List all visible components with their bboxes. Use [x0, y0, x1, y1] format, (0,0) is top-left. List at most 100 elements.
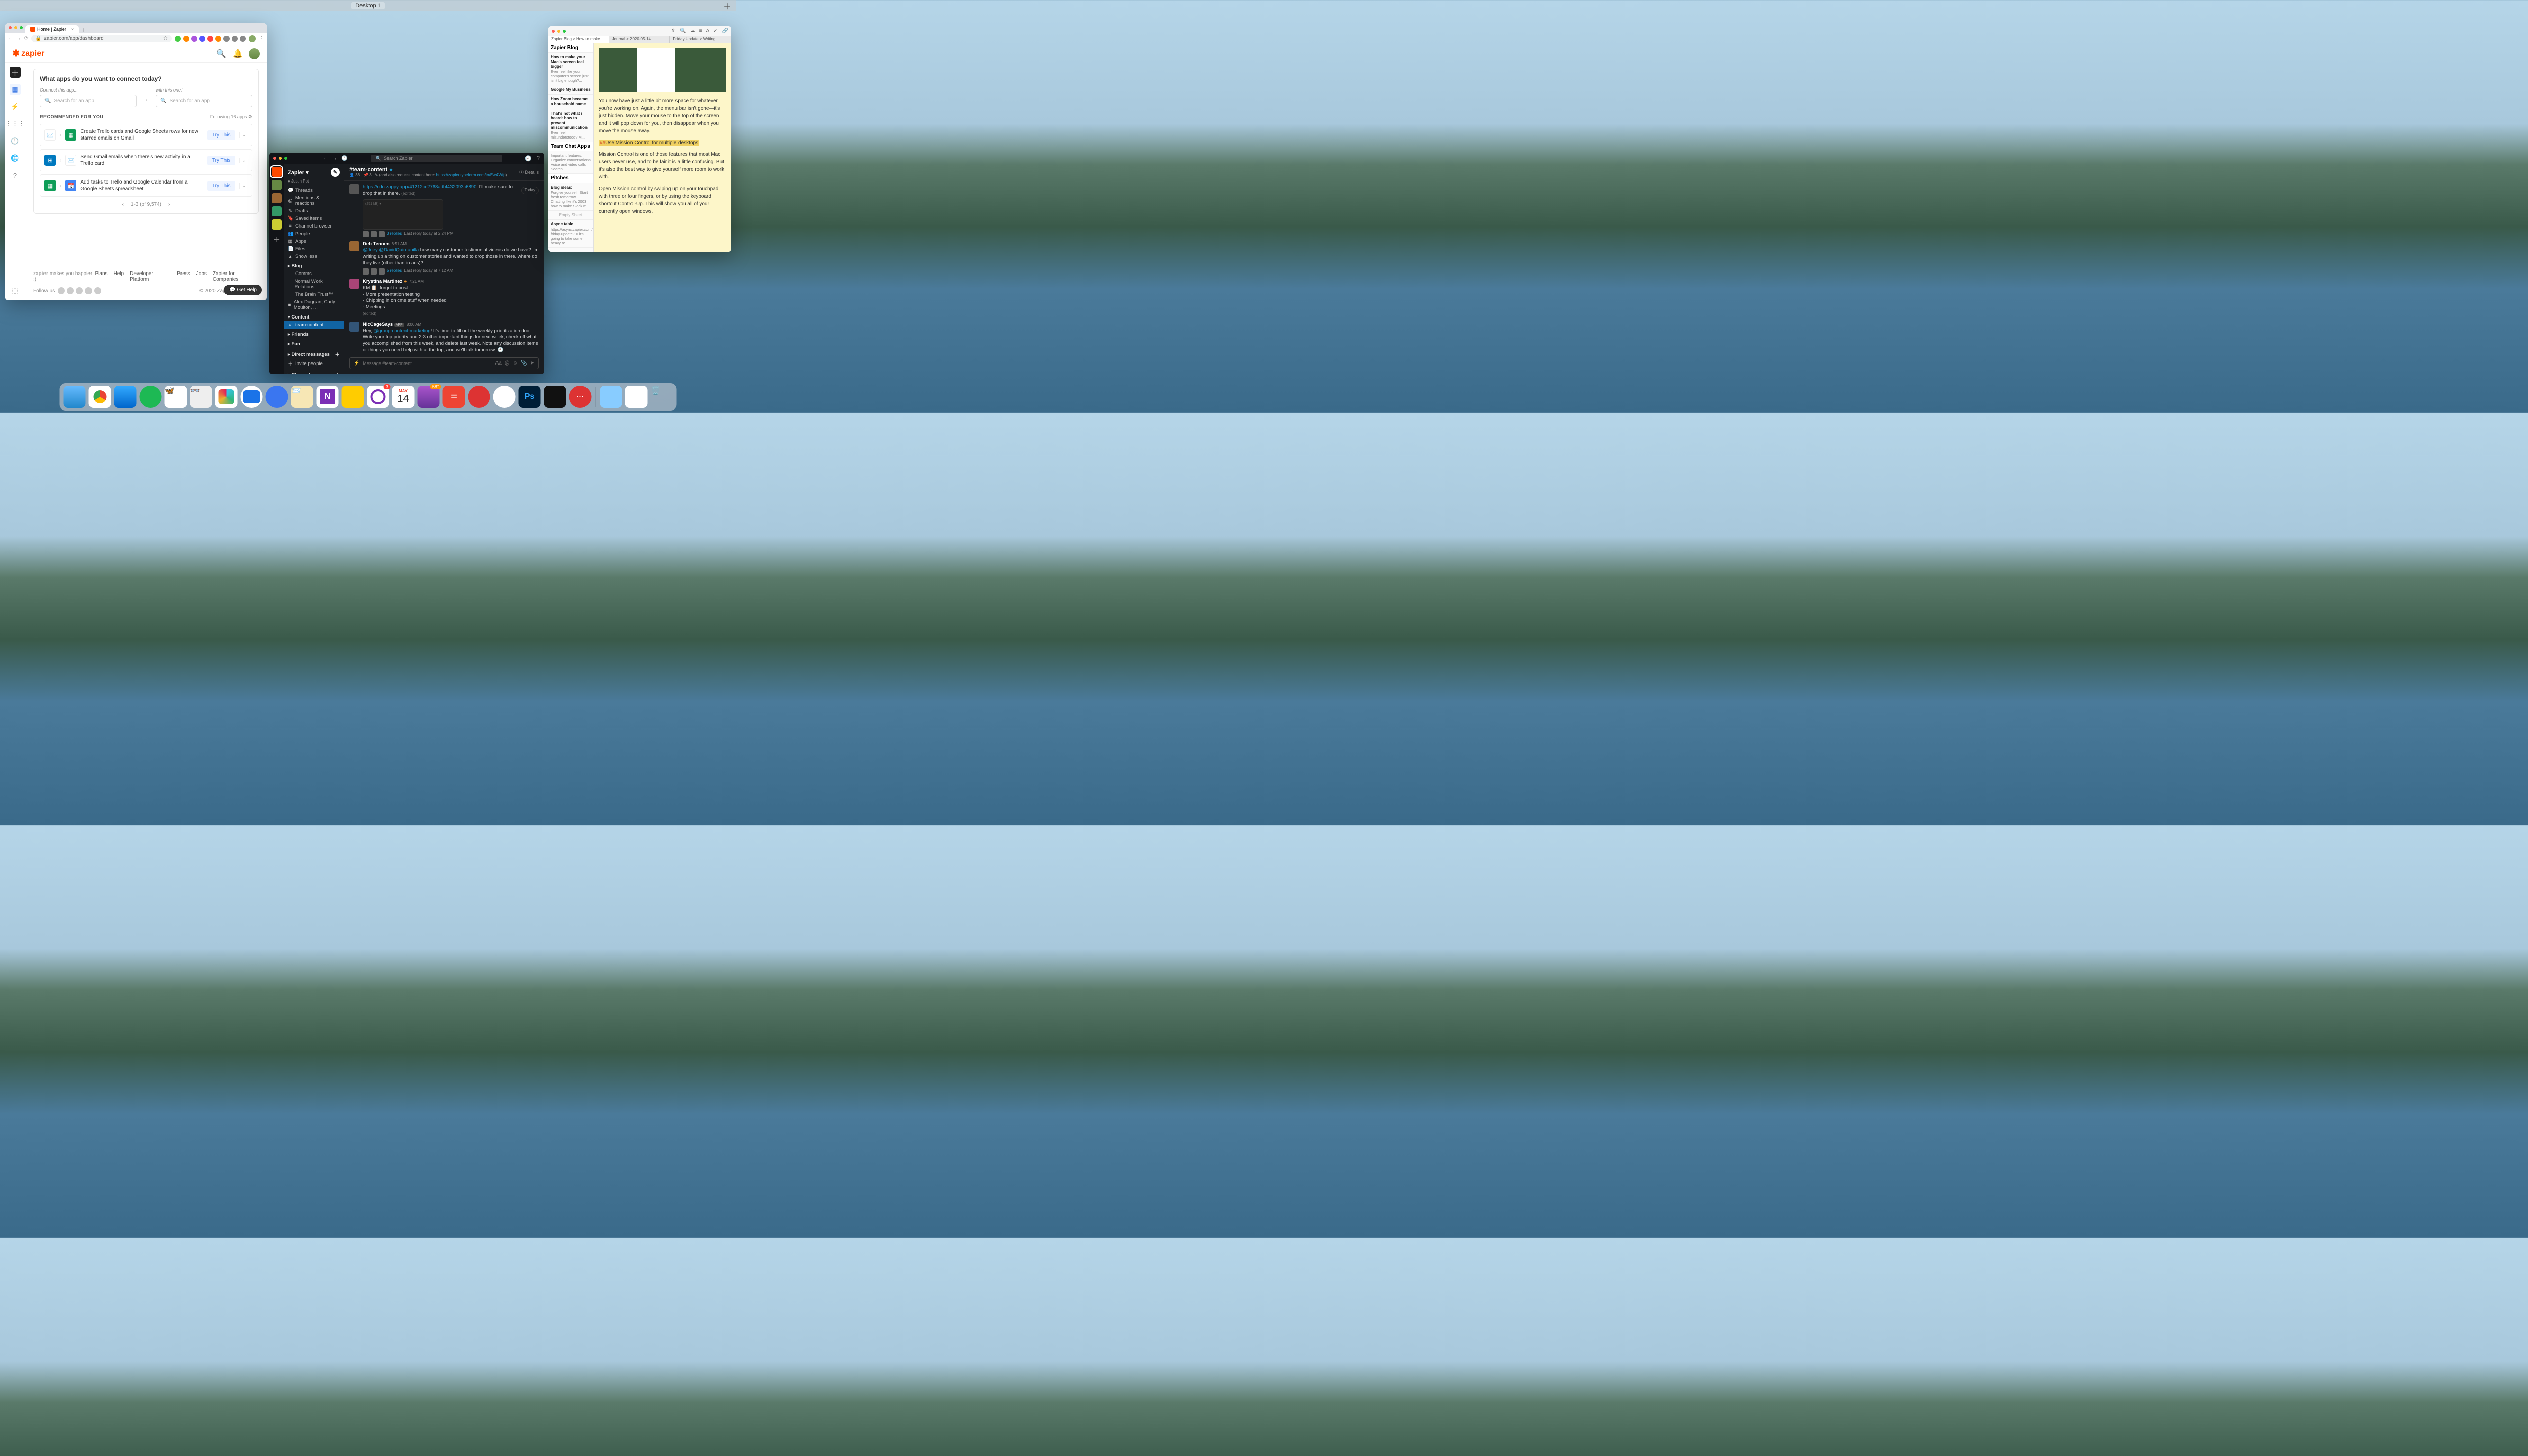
avatar[interactable] — [349, 184, 359, 194]
thread-replies[interactable]: 3 replies — [387, 231, 402, 237]
footer-link[interactable]: Jobs — [196, 271, 207, 282]
notes-tab[interactable]: Friday Update > Writing — [670, 36, 731, 43]
cloud-icon[interactable]: ☁ — [690, 28, 695, 34]
profile-icon[interactable] — [249, 35, 256, 42]
chevron-down-icon[interactable]: ⌄ — [239, 132, 248, 138]
desktop-label[interactable]: Desktop 1 — [351, 2, 385, 9]
notes-tab[interactable]: Journal > 2020-05-14 — [609, 36, 670, 43]
channel-item[interactable]: Normal Work Relations... — [284, 278, 344, 291]
forward-icon[interactable]: → — [332, 156, 337, 161]
nav-showless[interactable]: ▴Show less — [284, 253, 344, 260]
notes-icon[interactable] — [342, 386, 364, 408]
settings-icon[interactable]: ⬚ — [10, 285, 21, 296]
chrome-window[interactable]: Home | Zapier × + ← → ⟳ 🔒 zapier.com/app… — [5, 23, 267, 300]
nav-files[interactable]: 📄Files — [284, 245, 344, 253]
ext-icon[interactable] — [175, 36, 181, 42]
spotify-icon[interactable] — [140, 386, 162, 408]
nav-drafts[interactable]: ✎Drafts — [284, 207, 344, 215]
image-attachment[interactable]: (251 kB) ▾ — [363, 199, 443, 230]
channel-team-content[interactable]: #team-content — [284, 321, 344, 329]
ext-icon[interactable] — [215, 36, 221, 42]
attach-icon[interactable]: 📎 — [521, 360, 527, 366]
note-item[interactable]: How to make your Mac's screen feel bigge… — [548, 53, 593, 85]
workspace-icon[interactable] — [272, 219, 282, 230]
slack-search[interactable]: 🔍 Search Zapier — [371, 155, 502, 162]
new-tab-button[interactable]: + — [79, 26, 89, 33]
message-input[interactable] — [363, 361, 492, 366]
share-icon[interactable]: ⇪ — [671, 28, 675, 34]
glasses-icon[interactable]: 👓 — [190, 386, 212, 408]
finder-icon[interactable] — [64, 386, 86, 408]
compose-icon[interactable]: ✎ — [331, 168, 340, 177]
section-blog[interactable]: ▸ Blog — [284, 262, 344, 270]
nav-people[interactable]: 👥People — [284, 230, 344, 238]
format-icon[interactable]: Aa — [495, 360, 502, 366]
search-icon[interactable]: 🔍 — [680, 28, 686, 34]
url-bar[interactable]: 🔒 zapier.com/app/dashboard ☆ — [31, 35, 172, 42]
ext-icon[interactable] — [232, 36, 238, 42]
help-icon[interactable]: ? — [537, 155, 540, 162]
note-item[interactable]: Async tablehttps://async.zapier.com/p/mi… — [548, 220, 593, 248]
user-status[interactable]: ● Justin Pot — [284, 179, 344, 187]
note-item[interactable]: Important features: Organize conversatio… — [548, 151, 593, 174]
safari-icon[interactable] — [114, 386, 137, 408]
nav-channels[interactable]: ≡Channel browser — [284, 222, 344, 230]
ext-icon[interactable] — [191, 36, 197, 42]
link-icon[interactable]: 🔗 — [722, 28, 728, 34]
avatar[interactable] — [249, 48, 260, 59]
mail-icon[interactable]: 📨 — [291, 386, 313, 408]
star-icon[interactable]: ☆ — [163, 36, 168, 41]
channel-name[interactable]: #team-content — [349, 167, 387, 173]
add-workspace-icon[interactable]: ＋ — [273, 235, 280, 245]
omnifocus-icon[interactable]: 3 — [367, 386, 389, 408]
footer-link[interactable]: Zapier for Companies — [213, 271, 259, 282]
channel-item[interactable]: ■Alex Duggan, Carly Moulton, ... — [284, 298, 344, 311]
activity-monitor-icon[interactable] — [544, 386, 566, 408]
forward-icon[interactable]: → — [16, 36, 21, 41]
close-tab-icon[interactable]: × — [71, 27, 74, 32]
date-divider[interactable]: Today — [521, 187, 539, 194]
recent-doc-icon[interactable] — [625, 386, 648, 408]
history-icon[interactable]: 🕘 — [10, 135, 21, 147]
section-dm[interactable]: ▸ Direct messages＋ — [284, 350, 344, 359]
search-icon[interactable]: 🔍 — [216, 49, 227, 59]
nav-apps[interactable]: ▦Apps — [284, 238, 344, 245]
workspace-icon[interactable] — [272, 193, 282, 203]
chevron-down-icon[interactable]: ⌄ — [239, 183, 248, 189]
browser-tab[interactable]: Home | Zapier × — [25, 25, 79, 33]
details-button[interactable]: ⓘ Details — [519, 169, 539, 175]
more-icon[interactable]: ⋯ — [569, 386, 592, 408]
chevron-down-icon[interactable]: ⌄ — [239, 158, 248, 163]
history-icon[interactable]: 🕘 — [341, 156, 347, 161]
chrome-icon[interactable] — [89, 386, 111, 408]
footer-link[interactable]: Help — [114, 271, 124, 282]
footer-link[interactable]: Developer Platform — [130, 271, 171, 282]
ext-icon[interactable] — [207, 36, 213, 42]
workspace-icon[interactable] — [272, 167, 282, 177]
back-icon[interactable]: ← — [8, 36, 13, 41]
channel-item[interactable]: Comms — [284, 270, 344, 278]
invite-people[interactable]: ＋Invite people — [284, 359, 344, 368]
note-item[interactable]: Pitches — [548, 174, 593, 183]
note-item[interactable]: Team Chat Apps — [548, 142, 593, 151]
note-item[interactable]: That's not what i heard: how to prevent … — [548, 109, 593, 142]
section-content[interactable]: ▾ Content — [284, 313, 344, 321]
calendar-icon[interactable]: MAY14 — [392, 386, 415, 408]
font-icon[interactable]: A — [706, 28, 709, 34]
teamviewer-icon[interactable] — [493, 386, 516, 408]
section-friends[interactable]: ▸ Friends — [284, 331, 344, 338]
nav-mentions[interactable]: @Mentions & reactions — [284, 194, 344, 207]
signal-icon[interactable] — [266, 386, 288, 408]
nav-saved[interactable]: 🔖Saved items — [284, 215, 344, 222]
avatar[interactable] — [349, 322, 359, 332]
notes-tab[interactable]: Zapier Blog > How to make your Mac's scr… — [548, 36, 609, 43]
equals-icon[interactable]: = — [443, 386, 465, 408]
photoshop-icon[interactable]: Ps — [519, 386, 541, 408]
notes-window[interactable]: ⇪ 🔍 ☁ ≡ A ✓ 🔗 Zapier Blog > How to make … — [548, 26, 731, 252]
workspace-name[interactable]: Zapier ▾✎ — [284, 166, 344, 179]
zapier-logo[interactable]: ✱zapier — [12, 48, 44, 59]
get-help-button[interactable]: 💬 Get Help — [224, 285, 262, 295]
create-zap-button[interactable]: ＋ — [10, 67, 21, 78]
prev-icon[interactable]: ‹ — [122, 202, 124, 207]
avatar[interactable] — [349, 241, 359, 251]
